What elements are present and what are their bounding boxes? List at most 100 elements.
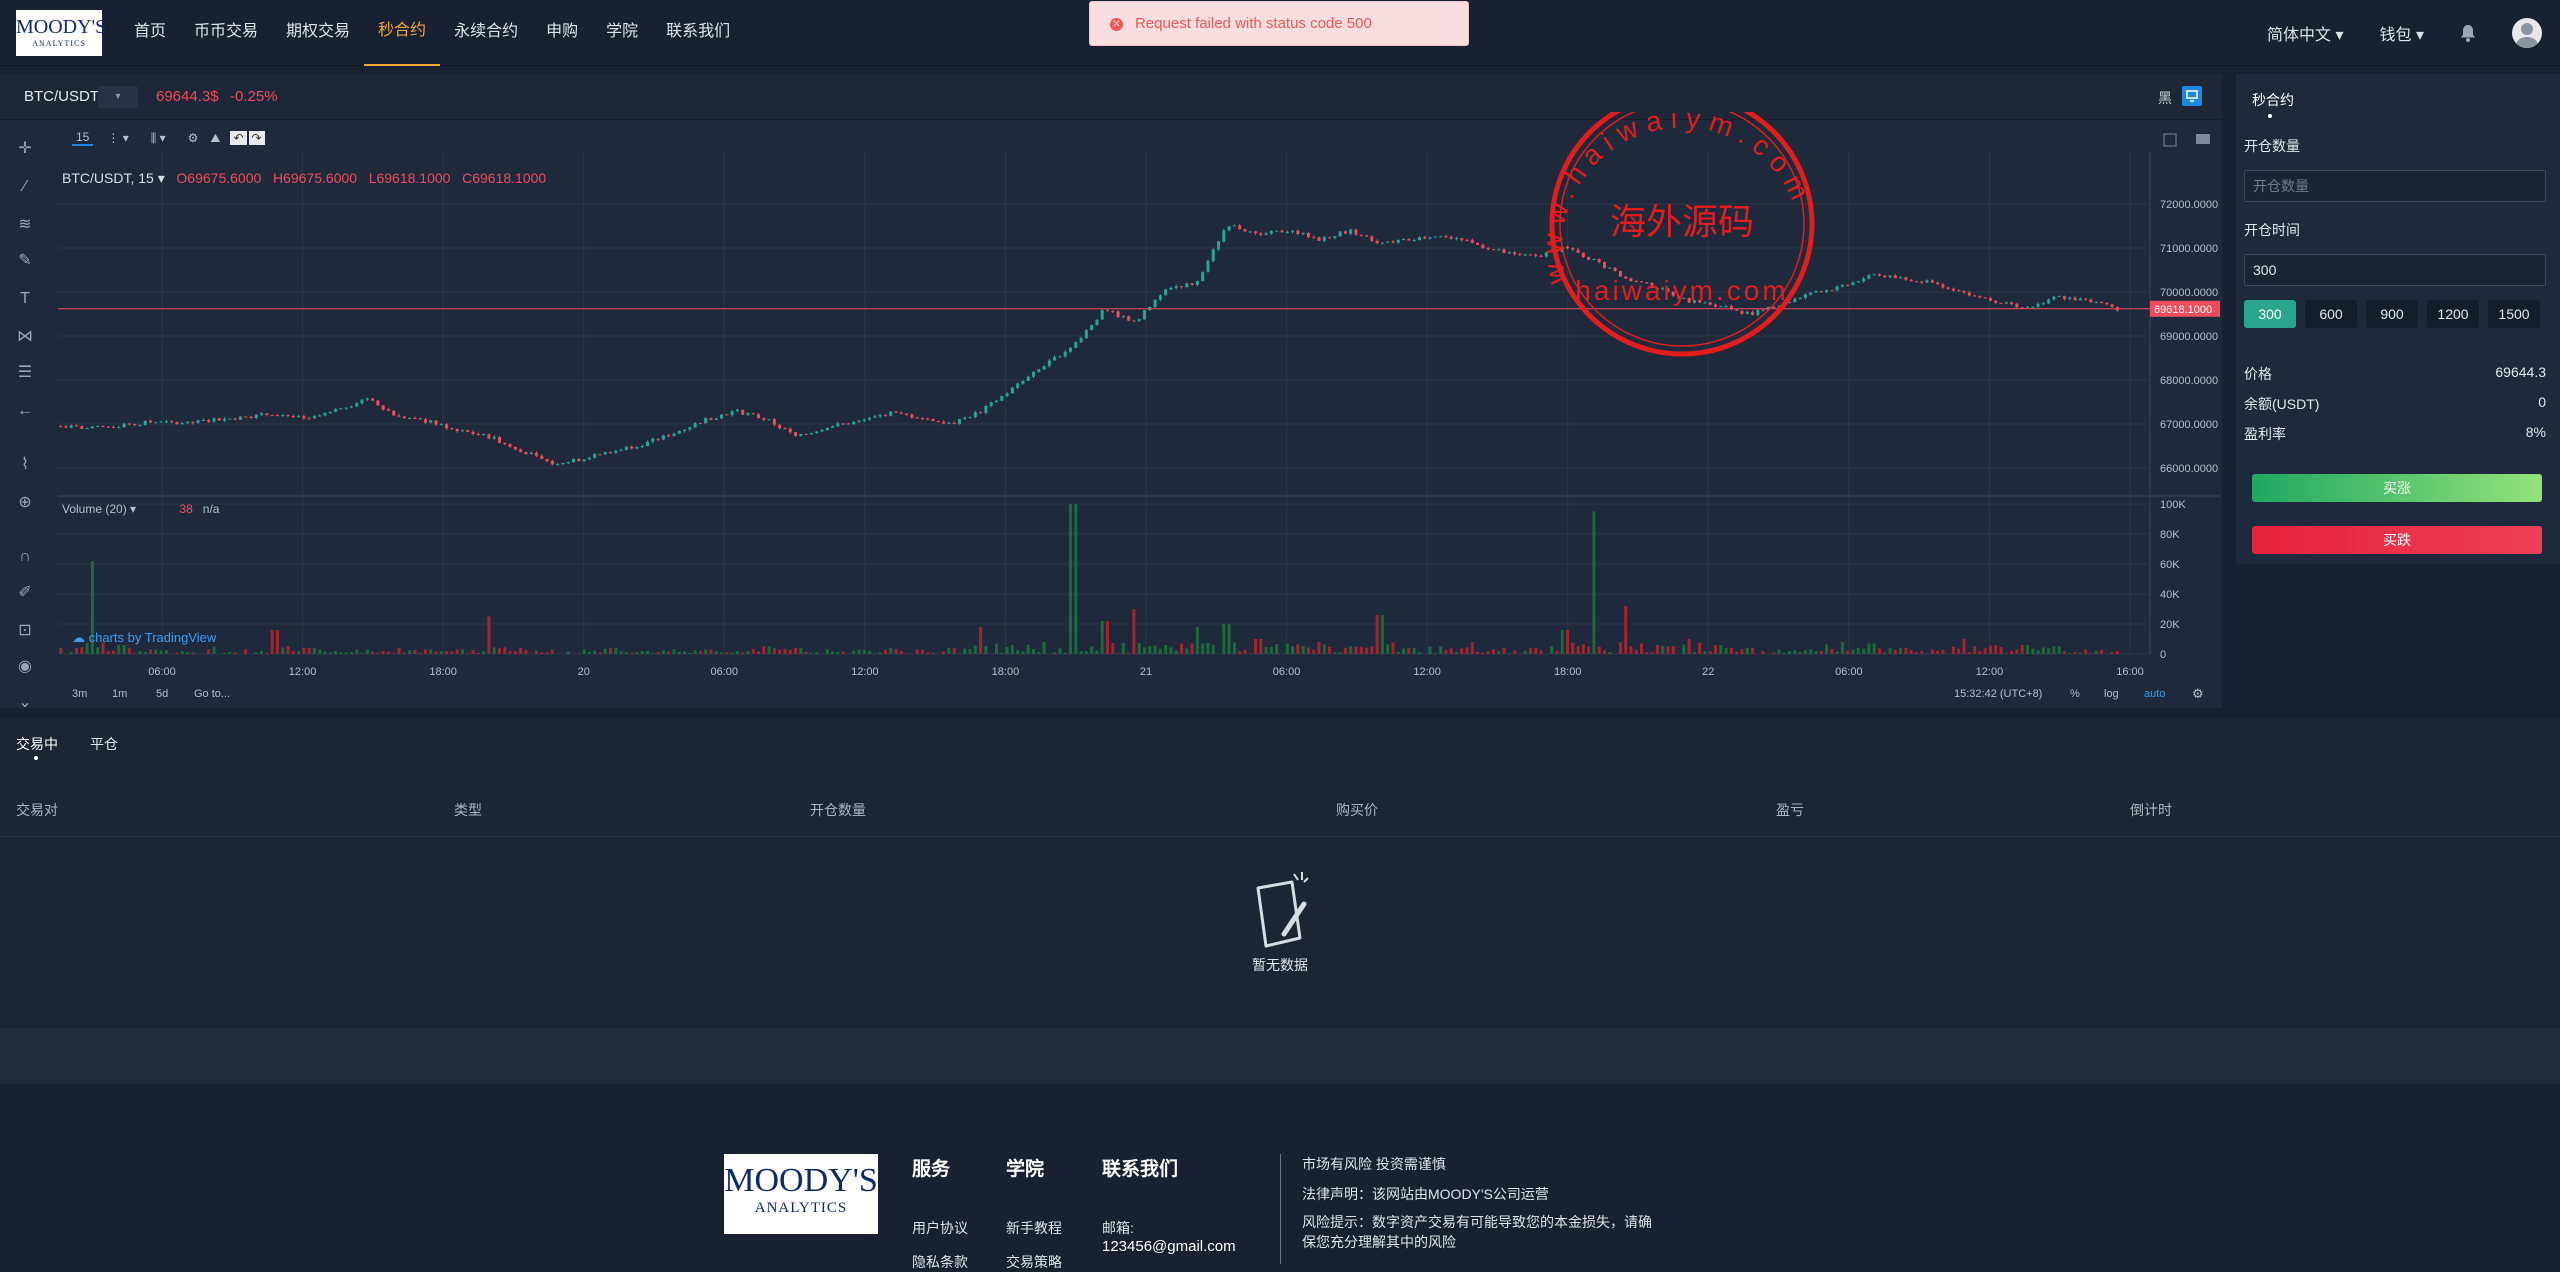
wallet-dropdown[interactable]: 钱包 ▾	[2380, 21, 2425, 45]
footer-link-tutorial[interactable]: 新手教程	[1006, 1218, 1062, 1238]
duration-600[interactable]: 600	[2305, 300, 2357, 328]
candle-body	[1116, 311, 1120, 318]
auto-toggle[interactable]: auto	[2144, 688, 2165, 700]
footer-email[interactable]: 123456@gmail.com	[1102, 1238, 1236, 1255]
trend-line-icon[interactable]: ⁄	[14, 176, 36, 198]
text-icon[interactable]: T	[14, 288, 36, 310]
candle-body	[106, 426, 110, 428]
redo-icon[interactable]: ↷	[248, 131, 265, 145]
settings-icon[interactable]: ⚙	[2192, 686, 2204, 702]
candle-body	[566, 462, 570, 464]
crosshair-icon[interactable]: ✛	[14, 138, 36, 160]
time-input[interactable]: 300	[2244, 254, 2546, 286]
compare-icon[interactable]: ⛰	[210, 131, 220, 146]
candle-body	[1380, 242, 1384, 244]
nav-home[interactable]: 首页	[120, 0, 180, 66]
volume-bar	[651, 653, 655, 654]
candle-body	[1899, 277, 1903, 279]
volume-bar	[318, 649, 322, 654]
percent-toggle[interactable]: %	[2070, 688, 2080, 700]
pattern-icon[interactable]: ⋈	[14, 326, 36, 348]
tab-open-orders[interactable]: 交易中	[16, 734, 58, 754]
measure-icon[interactable]: ⌇	[14, 454, 36, 476]
volume-bar	[1988, 645, 1992, 654]
volume-bar	[339, 652, 343, 654]
zoom-icon[interactable]: ⊕	[14, 492, 36, 514]
log-toggle[interactable]: log	[2104, 688, 2119, 700]
duration-1500[interactable]: 1500	[2488, 300, 2540, 328]
candle-body	[1983, 297, 1987, 299]
volume-bar	[1640, 643, 1644, 654]
eye-icon[interactable]: ◉	[14, 656, 36, 678]
volume-bar	[1565, 630, 1569, 654]
candle-body	[1338, 231, 1342, 237]
legend-symbol[interactable]: BTC/USDT, 15	[62, 170, 154, 186]
tab-second-contract[interactable]: 秒合约	[2252, 90, 2294, 110]
nav-perpetual-contract[interactable]: 永续合约	[440, 0, 532, 66]
candle-body	[1994, 300, 1998, 303]
moodys-logo[interactable]: MOODY'S ANALYTICS	[16, 10, 106, 56]
interval-selector[interactable]: 15	[72, 130, 94, 146]
candle-body	[1708, 302, 1712, 305]
tradingview-attribution[interactable]: ☁ charts by TradingView	[72, 630, 216, 646]
nav-spot-trading[interactable]: 币币交易	[180, 0, 272, 66]
duration-900[interactable]: 900	[2366, 300, 2418, 328]
volume-bar	[439, 651, 443, 654]
volume-bar	[1454, 652, 1458, 654]
volume-bar	[1312, 649, 1316, 654]
expand-icon	[2163, 133, 2177, 147]
indicators-icon[interactable]: ⚙	[188, 131, 199, 145]
footer-link-privacy[interactable]: 隐私条款	[912, 1252, 968, 1272]
volume-bar	[1560, 630, 1564, 654]
volume-bar	[471, 649, 475, 654]
brush-icon[interactable]: ✎	[14, 250, 36, 272]
volume-bar	[80, 647, 84, 654]
footer-link-strategy[interactable]: 交易策略	[1006, 1252, 1062, 1272]
footer-logo[interactable]: MOODY'S ANALYTICS	[724, 1154, 878, 1234]
nav-second-contract[interactable]: 秒合约	[364, 0, 441, 66]
volume-bar	[186, 652, 190, 654]
nav-options-trading[interactable]: 期权交易	[272, 0, 364, 66]
volume-bar	[1417, 652, 1421, 654]
nav-academy[interactable]: 学院	[592, 0, 652, 66]
candle-body	[778, 424, 782, 429]
volume-bar	[1840, 642, 1844, 654]
goto-button[interactable]: Go to...	[194, 688, 230, 700]
nav-contact[interactable]: 联系我们	[652, 0, 744, 66]
back-arrow-icon[interactable]: ←	[14, 400, 36, 422]
nav-subscription[interactable]: 申购	[532, 0, 592, 66]
volume-label[interactable]: Volume (20)	[62, 502, 127, 516]
candle-body	[1661, 288, 1665, 290]
range-1m[interactable]: 1m	[112, 688, 127, 700]
volume-bar	[1687, 639, 1691, 654]
fib-icon[interactable]: ≋	[14, 214, 36, 236]
volume-na: n/a	[202, 502, 220, 516]
volume-bar	[1634, 649, 1638, 654]
duration-1200[interactable]: 1200	[2427, 300, 2479, 328]
footer-link-terms[interactable]: 用户协议	[912, 1218, 968, 1238]
range-3m[interactable]: 3m	[72, 688, 87, 700]
qty-input[interactable]: 开仓数量	[2244, 170, 2546, 202]
lock-drawings-icon[interactable]: ✐	[14, 582, 36, 604]
undo-icon[interactable]: ↶	[230, 131, 247, 145]
duration-300[interactable]: 300	[2244, 300, 2296, 328]
candle-body	[339, 408, 343, 410]
volume-bar	[1714, 645, 1718, 654]
user-avatar[interactable]	[2512, 18, 2542, 48]
candle-body	[1026, 376, 1030, 381]
candle-type-icon[interactable]: ⫼ ▾	[151, 131, 166, 146]
buy-up-button[interactable]: 买涨	[2252, 474, 2542, 502]
buy-down-button[interactable]: 买跌	[2252, 526, 2542, 554]
volume-bar	[408, 650, 412, 654]
magnet-icon[interactable]: ∩	[14, 546, 36, 568]
bell-icon[interactable]	[2460, 24, 2476, 42]
candle-body	[2089, 299, 2093, 303]
prediction-icon[interactable]: ☰	[14, 362, 36, 384]
volume-bar	[804, 651, 808, 654]
range-5d[interactable]: 5d	[156, 688, 168, 700]
language-dropdown[interactable]: 简体中文 ▾	[2267, 21, 2344, 45]
tab-closed-orders[interactable]: 平仓	[90, 734, 118, 754]
lock-icon[interactable]: ⊡	[14, 620, 36, 642]
candle-body	[1814, 291, 1818, 293]
more-icon[interactable]: ⋮ ▾	[107, 131, 128, 145]
